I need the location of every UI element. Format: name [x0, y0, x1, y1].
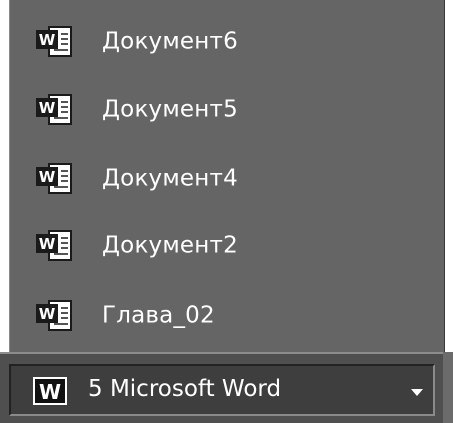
menu-item-label: Документ5 — [102, 96, 238, 123]
menu-item-document5[interactable]: W Документ5 — [10, 80, 444, 140]
dropdown-arrow-icon — [411, 389, 423, 396]
taskbar-group-button-word[interactable]: W 5 Microsoft Word — [9, 364, 435, 416]
word-document-icon: W — [36, 163, 72, 194]
word-document-icon: W — [36, 26, 72, 57]
menu-item-document4[interactable]: W Документ4 — [10, 149, 444, 209]
svg-text:W: W — [39, 235, 56, 253]
word-app-icon: W — [33, 377, 67, 405]
grouped-windows-menu: W Документ6 W Документ5 W Документ4 W До… — [9, 0, 445, 352]
taskbar-group-popup: W Документ6 W Документ5 W Документ4 W До… — [0, 0, 453, 423]
word-document-icon: W — [36, 300, 72, 331]
menu-item-label: Документ6 — [102, 28, 238, 55]
taskbar: W 5 Microsoft Word — [0, 352, 453, 423]
svg-text:W: W — [39, 168, 56, 186]
taskbar-adjacent-button-edge — [443, 352, 453, 423]
svg-text:W: W — [39, 31, 56, 49]
taskbar-group-label: 5 Microsoft Word — [88, 376, 282, 403]
menu-item-label: Глава_02 — [102, 302, 215, 329]
menu-item-glava-02[interactable]: W Глава_02 — [10, 286, 444, 346]
svg-text:W: W — [39, 305, 56, 323]
menu-item-label: Документ2 — [102, 232, 238, 259]
svg-text:W: W — [39, 99, 56, 117]
word-document-icon: W — [36, 230, 72, 261]
menu-item-document2[interactable]: W Документ2 — [10, 216, 444, 276]
menu-item-label: Документ4 — [102, 165, 238, 192]
word-document-icon: W — [36, 94, 72, 125]
svg-text:W: W — [39, 380, 61, 404]
menu-item-document6[interactable]: W Документ6 — [10, 12, 444, 72]
